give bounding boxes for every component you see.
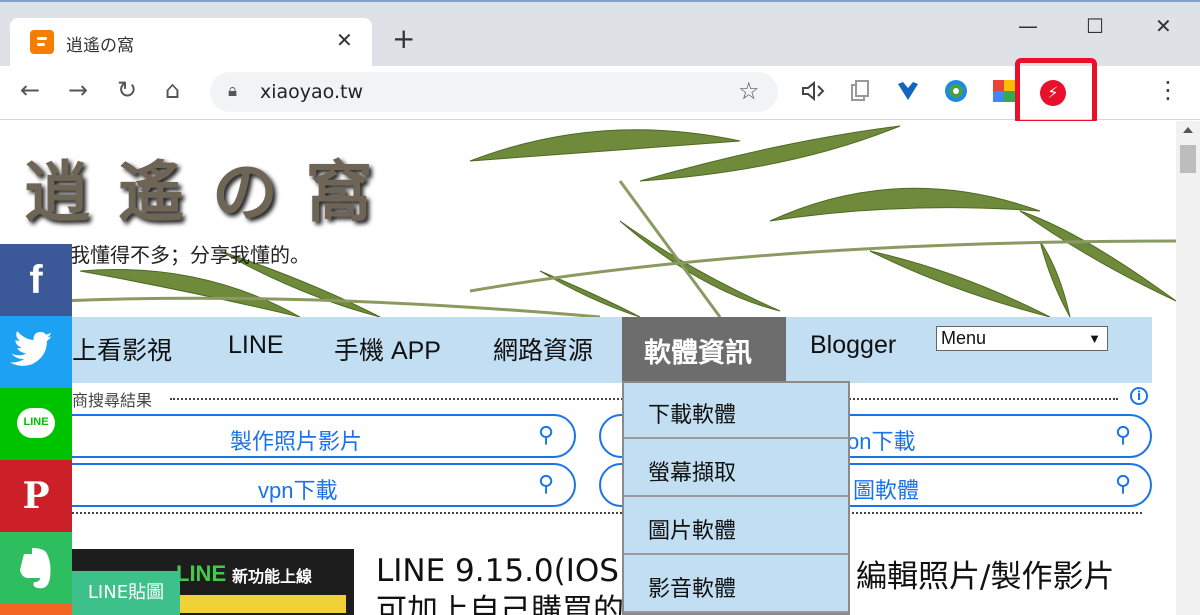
scrollbar-thumb[interactable]: [1180, 145, 1196, 173]
more-share-button[interactable]: [0, 604, 72, 615]
software-dropdown-menu: 下載軟體 螢幕擷取 圖片軟體 影音軟體: [622, 381, 850, 615]
puzzle-extension-icon[interactable]: [943, 78, 969, 104]
heart-extension-icon[interactable]: [895, 78, 921, 104]
nav-item-software[interactable]: 軟體資訊: [622, 317, 786, 381]
nav-item-software-label: 軟體資訊: [644, 338, 752, 369]
dropdown-arrow-icon: ▼: [1088, 331, 1101, 346]
menu-select[interactable]: Menu ▼: [936, 326, 1108, 351]
dropdown-item-label: 影音軟體: [648, 577, 737, 602]
line-icon-label: LINE: [23, 416, 49, 428]
dropdown-item-label: 圖片軟體: [648, 519, 737, 544]
post-title-continuation[interactable]: 編輯照片/製作影片: [856, 551, 1114, 596]
menu-select-value: Menu: [941, 328, 987, 348]
minimize-button[interactable]: —: [1018, 14, 1038, 38]
page-content: 逍遙の窩 我懂得不多；分享我懂的。 上看影視 LINE 手機 APP 網路資源 …: [0, 121, 1176, 615]
twitter-share-button[interactable]: [0, 316, 72, 388]
tab-strip: 逍遙の窩 ✕ + — ☐ ✕: [0, 0, 1200, 68]
dropdown-item-media[interactable]: 影音軟體: [624, 557, 848, 613]
dropdown-item-label: 下載軟體: [648, 403, 737, 428]
thumb-line-text: LINE: [176, 561, 227, 586]
facebook-share-button[interactable]: f: [0, 244, 72, 316]
scroll-up-arrow-icon[interactable]: [1183, 127, 1193, 133]
nav-item-line[interactable]: LINE: [228, 331, 284, 360]
search-icon: ⚲: [1115, 472, 1132, 497]
twitter-icon: [10, 331, 52, 366]
close-window-button[interactable]: ✕: [1155, 14, 1172, 38]
address-bar[interactable]: 🔒︎ xiaoyao.tw ☆: [210, 72, 778, 112]
home-icon[interactable]: ⌂: [165, 76, 180, 104]
ad-label: 商搜尋結果: [72, 391, 153, 410]
line-share-button[interactable]: LINE: [0, 388, 72, 460]
tab-close-icon[interactable]: ✕: [336, 28, 353, 52]
menu-kebab-icon[interactable]: ⋮: [1156, 76, 1180, 104]
vertical-scrollbar[interactable]: [1176, 121, 1200, 615]
grid-extension-icon[interactable]: [991, 78, 1017, 104]
line-sticker-badge[interactable]: LINE貼圖: [72, 571, 180, 615]
dropdown-item-label: 螢幕擷取: [648, 461, 737, 486]
dropdown-item-download[interactable]: 下載軟體: [624, 383, 848, 439]
site-title[interactable]: 逍遙の窩: [24, 139, 400, 235]
speaker-extension-icon[interactable]: [800, 78, 826, 104]
ad-divider-bottom: [72, 512, 1142, 514]
facebook-icon: f: [29, 258, 43, 302]
search-icon: ⚲: [538, 472, 555, 497]
dropdown-item-screenshot[interactable]: 螢幕擷取: [624, 441, 848, 497]
nav-item-app[interactable]: 手機 APP: [334, 331, 441, 367]
bookmark-star-icon[interactable]: ☆: [738, 77, 760, 105]
nav-item-video[interactable]: 上看影視: [72, 331, 172, 367]
ad-search-text: 圖軟體: [853, 478, 920, 503]
nav-item-blogger[interactable]: Blogger: [810, 331, 896, 360]
search-icon: ⚲: [538, 423, 555, 448]
url-text[interactable]: xiaoyao.tw: [260, 81, 363, 103]
site-tagline: 我懂得不多；分享我懂的。: [70, 243, 310, 267]
new-tab-button[interactable]: +: [392, 24, 415, 54]
ad-search-pill[interactable]: vpn下載 ⚲: [40, 463, 576, 507]
main-nav: 上看影視 LINE 手機 APP 網路資源 軟體資訊 Blogger Menu …: [0, 317, 1152, 383]
back-icon[interactable]: ←: [20, 76, 40, 104]
nav-item-web-resources[interactable]: 網路資源: [493, 331, 593, 367]
maximize-button[interactable]: ☐: [1086, 14, 1104, 38]
lock-icon[interactable]: 🔒︎: [228, 81, 237, 101]
ad-search-text: on下載: [847, 429, 916, 454]
pinterest-share-button[interactable]: P: [0, 460, 72, 532]
thumb-new-text: 新功能上線: [232, 567, 313, 586]
info-icon[interactable]: i: [1130, 387, 1148, 405]
pinterest-icon: P: [22, 475, 50, 517]
dropdown-item-image[interactable]: 圖片軟體: [624, 499, 848, 555]
forward-icon[interactable]: →: [68, 76, 88, 104]
site-header: 逍遙の窩 我懂得不多；分享我懂的。: [0, 121, 1176, 317]
lightning-extension-icon[interactable]: ⚡︎: [1040, 80, 1066, 106]
ad-search-text: 製作照片影片: [230, 429, 363, 454]
evernote-icon: [20, 548, 51, 589]
search-icon: ⚲: [1115, 423, 1132, 448]
copy-extension-icon[interactable]: [847, 78, 873, 104]
active-tab[interactable]: 逍遙の窩 ✕: [10, 18, 372, 68]
ad-search-pill[interactable]: 製作照片影片 ⚲: [40, 414, 576, 458]
tab-title: 逍遙の窩: [66, 36, 134, 56]
evernote-share-button[interactable]: [0, 532, 72, 604]
blogger-favicon-icon: [30, 30, 54, 54]
reload-icon[interactable]: ↻: [117, 76, 137, 104]
ad-search-text: vpn下載: [258, 478, 338, 503]
